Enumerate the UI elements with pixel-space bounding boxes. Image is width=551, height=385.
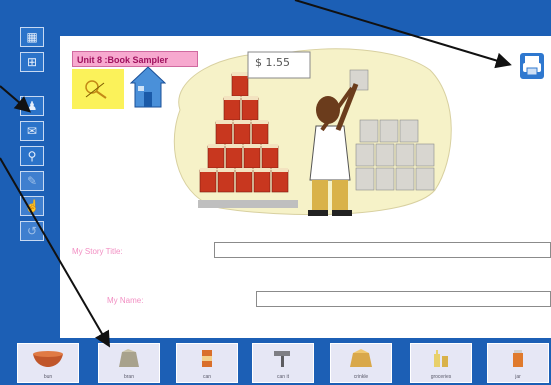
bottles-icon: [434, 350, 448, 367]
search-icon: ⚲: [27, 149, 37, 163]
magnifier-pencil-icon: [85, 80, 107, 99]
word-label: can: [202, 374, 212, 380]
toolbar-undo-button[interactable]: ↺: [20, 221, 44, 241]
toolbar-search-button[interactable]: ⚲: [20, 146, 44, 166]
printer-icon: [523, 56, 541, 76]
toolbar-hand-button[interactable]: ☝: [20, 196, 44, 216]
word-button-jar[interactable]: jar: [487, 343, 549, 383]
jar-icon: [513, 350, 523, 367]
bag-icon: [119, 349, 139, 367]
word-label: crinkle: [353, 374, 369, 380]
tool-note-card[interactable]: [72, 69, 124, 109]
undo-icon: ↺: [26, 224, 38, 238]
word-label: groceries: [430, 374, 452, 380]
hand-icon: ☝: [24, 199, 40, 213]
word-label: bran: [123, 374, 134, 380]
print-button[interactable]: [518, 51, 546, 81]
price-sign: $ 1.55: [255, 56, 290, 69]
word-button-can[interactable]: can: [176, 343, 238, 383]
name-label: My Name:: [107, 296, 144, 305]
name-field[interactable]: [256, 291, 551, 307]
word-button-bran[interactable]: bran: [98, 343, 160, 383]
app-window: ▦ ⊞ ♟ ✉ ⚲ ✎ ☝ ↺ Unit 8 :Book Sampler $ 1…: [0, 0, 551, 385]
envelope-icon: ✉: [26, 124, 38, 138]
word-button-can-it[interactable]: can it: [252, 343, 314, 383]
story-title-label: My Story Title:: [72, 247, 123, 256]
toolbar-grid-button-1[interactable]: ▦: [20, 27, 44, 47]
toolbar-grid-button-2[interactable]: ⊞: [20, 52, 44, 72]
grocery-scene-illustration: [173, 48, 452, 216]
toolbar-envelope-button[interactable]: ✉: [20, 121, 44, 141]
bag-icon: [350, 349, 372, 367]
toolbar-person-button[interactable]: ♟: [20, 96, 44, 116]
word-button-bun[interactable]: bun: [17, 343, 79, 383]
word-button-groceries[interactable]: groceries: [410, 343, 472, 383]
word-label: can it: [277, 374, 289, 380]
grid-icon: ▦: [26, 30, 38, 44]
story-title-field[interactable]: [214, 242, 551, 258]
can-icon: [202, 350, 212, 367]
word-button-crinkle[interactable]: crinkle: [330, 343, 392, 383]
person-icon: ♟: [26, 99, 38, 113]
pencil-icon: ✎: [26, 174, 38, 188]
grid-icon: ⊞: [26, 55, 38, 69]
hammer-icon: [274, 351, 290, 367]
bowl-icon: [33, 351, 63, 367]
toolbar-pencil-button[interactable]: ✎: [20, 171, 44, 191]
word-label: bun: [43, 374, 53, 380]
word-label: jar: [515, 374, 521, 380]
